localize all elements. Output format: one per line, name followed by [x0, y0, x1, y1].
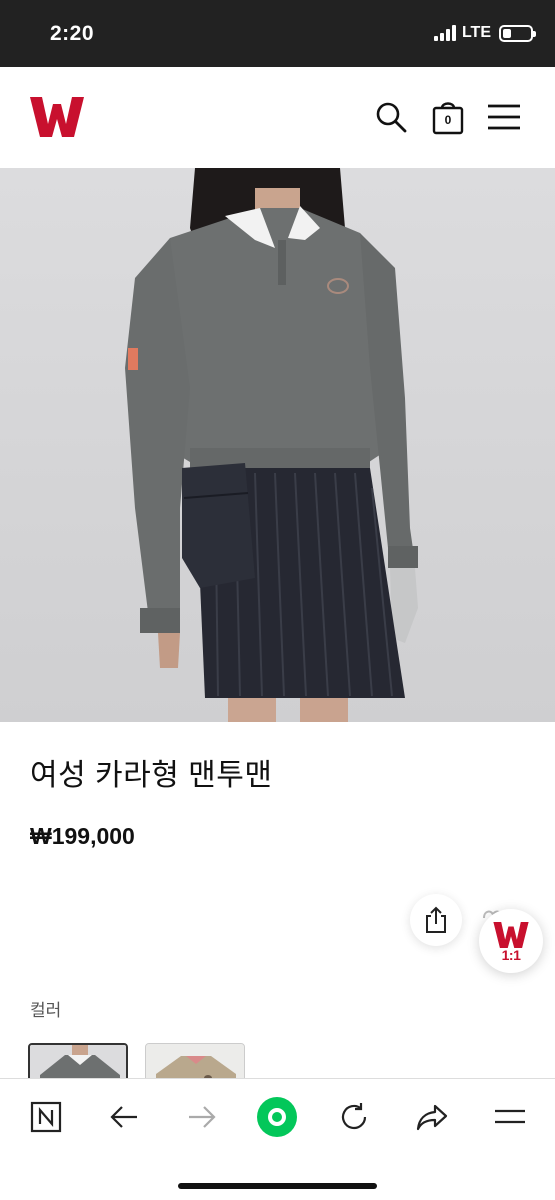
search-icon: [376, 102, 407, 133]
browser-toolbar: [0, 1078, 555, 1200]
product-title: 여성 카라형 맨투맨: [30, 759, 273, 792]
wilson-w-icon: [493, 921, 529, 948]
status-time: 2:20: [50, 22, 95, 45]
green-circle-icon: [257, 1097, 297, 1137]
menu-button[interactable]: [484, 97, 524, 137]
color-label: 컬러: [30, 1001, 62, 1020]
signal-icon: [433, 25, 456, 41]
back-arrow-icon: [110, 1106, 137, 1128]
wilson-logo-icon[interactable]: [28, 94, 86, 140]
browser-menu-button[interactable]: [488, 1095, 532, 1139]
share-forward-icon: [416, 1104, 448, 1131]
forward-button[interactable]: [180, 1095, 224, 1139]
forward-arrow-icon: [189, 1106, 216, 1128]
chat-1-1-button[interactable]: 1:1: [479, 909, 543, 973]
product-image[interactable]: [0, 168, 555, 722]
share-icon: [426, 906, 446, 933]
hamburger-menu-icon: [488, 104, 520, 130]
status-bar: 2:20 LTE: [0, 0, 555, 67]
site-header: 0: [0, 67, 555, 168]
home-indicator[interactable]: [178, 1183, 377, 1189]
cart-button[interactable]: 0: [428, 97, 468, 137]
back-button[interactable]: [102, 1095, 146, 1139]
model-photo: [125, 168, 418, 722]
menu-lines-icon: [495, 1109, 525, 1124]
product-price: ₩199,000: [30, 823, 135, 849]
reload-icon: [341, 1103, 367, 1130]
network-type: LTE: [461, 24, 491, 41]
share-button[interactable]: [410, 894, 462, 946]
search-button[interactable]: [371, 97, 411, 137]
battery-icon: [499, 24, 536, 42]
cart-count-badge: 0: [444, 113, 452, 127]
naver-home-button[interactable]: [24, 1095, 68, 1139]
green-dot-button[interactable]: [255, 1095, 299, 1139]
share-forward-button[interactable]: [410, 1095, 454, 1139]
reload-button[interactable]: [332, 1095, 376, 1139]
status-indicators: LTE: [433, 24, 536, 42]
n-home-icon: [30, 1101, 62, 1133]
chat-label: 1:1: [501, 946, 521, 963]
